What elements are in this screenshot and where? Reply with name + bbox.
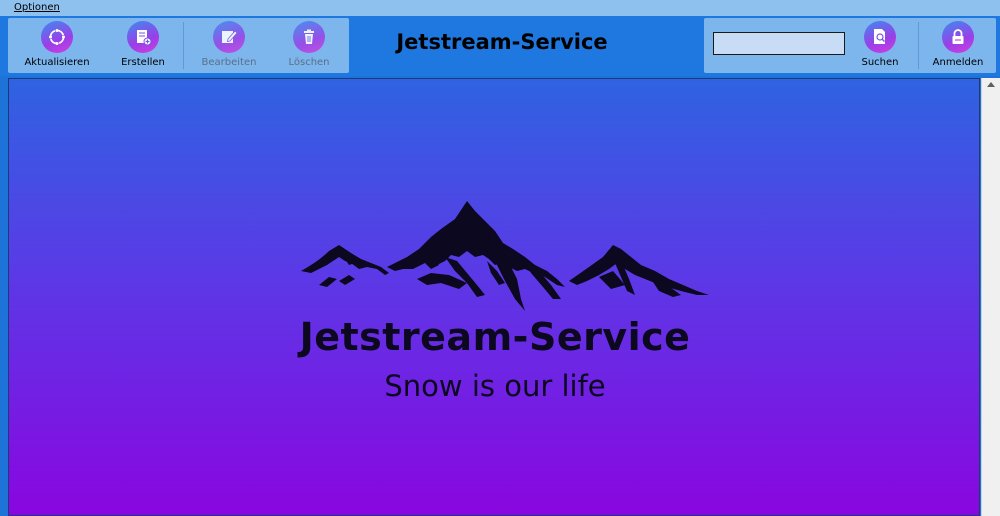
menu-optionen[interactable]: Optionen	[14, 0, 60, 16]
trash-icon	[293, 21, 325, 53]
search-document-icon	[864, 21, 896, 53]
refresh-button[interactable]: Aktualisieren	[14, 21, 100, 73]
mountain-logo-icon	[301, 201, 709, 311]
delete-button[interactable]: Löschen	[266, 21, 352, 73]
tagline: Snow is our life	[384, 369, 606, 403]
scroll-up-arrow-icon[interactable]	[987, 82, 995, 87]
login-label: Anmelden	[932, 57, 984, 68]
login-button[interactable]: Anmelden	[915, 21, 1000, 73]
refresh-icon	[41, 21, 73, 53]
edit-label: Bearbeiten	[201, 57, 257, 68]
search-button[interactable]: Suchen	[837, 21, 923, 73]
create-label: Erstellen	[121, 57, 165, 68]
app-title: Jetstream-Service	[396, 30, 608, 54]
toolbar-panel-right: Suchen Anmelden	[704, 18, 996, 73]
edit-icon	[213, 21, 245, 53]
brand-name: Jetstream-Service	[299, 315, 691, 359]
main-content-area: Jetstream-Service Snow is our life	[8, 78, 980, 516]
create-button[interactable]: Erstellen	[100, 21, 186, 73]
toolbar-separator	[183, 22, 184, 69]
edit-button[interactable]: Bearbeiten	[186, 21, 272, 73]
header-toolbar: Aktualisieren Erstellen Bearbeiten Lösch…	[0, 16, 1000, 76]
refresh-label: Aktualisieren	[24, 57, 90, 68]
search-label: Suchen	[861, 57, 899, 68]
delete-label: Löschen	[288, 57, 330, 68]
search-input[interactable]	[713, 32, 845, 55]
lock-icon	[942, 21, 974, 53]
toolbar-panel-left: Aktualisieren Erstellen Bearbeiten Lösch…	[8, 18, 349, 73]
vertical-scrollbar[interactable]	[981, 78, 1000, 516]
create-document-icon	[127, 21, 159, 53]
menu-bar: Optionen	[0, 0, 1000, 16]
